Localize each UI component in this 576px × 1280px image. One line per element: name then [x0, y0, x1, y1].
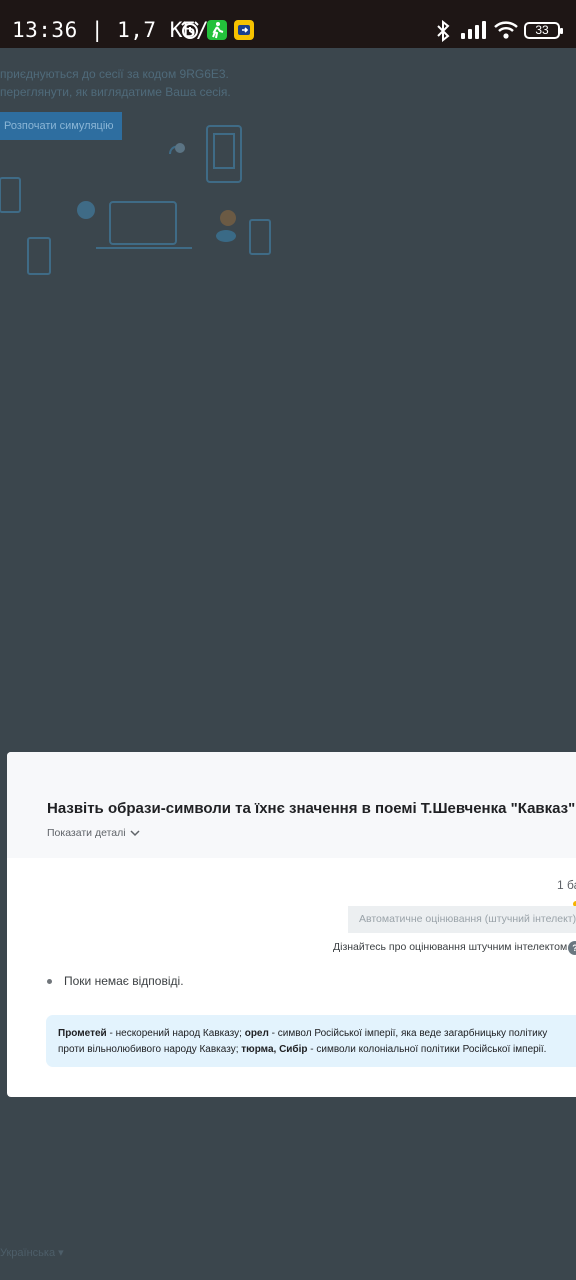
walk-icon [207, 20, 227, 40]
answer-text: - символ Російської імперії, яка веде за… [268, 1028, 548, 1039]
wifi-icon [494, 21, 518, 39]
question-modal: Назвіть образи-символи та їхнє значення … [7, 752, 576, 1097]
learn-ai-grading-link[interactable]: Дізнайтесь про оцінювання штучним інтеле… [333, 941, 567, 953]
background-text: приєднуються до сесії за кодом 9RG6E3. [0, 67, 229, 81]
show-details-label: Показати деталі [47, 827, 126, 839]
devices-illustration [0, 125, 271, 275]
no-answer-text: Поки немає відповіді. [64, 974, 184, 988]
answer-text: - нескорений народ Кавказу; [106, 1028, 245, 1039]
bullet-icon [47, 978, 52, 984]
points-label: 1 ба [557, 878, 576, 892]
answer-term: Прометей [58, 1028, 107, 1039]
bluetooth-icon [437, 20, 450, 42]
chevron-down-icon [130, 830, 140, 837]
answer-text: - символи колоніальної політики Російськ… [307, 1044, 547, 1055]
show-details-link[interactable]: Показати деталі [47, 827, 140, 839]
battery-icon: 33 [524, 22, 563, 39]
question-title: Назвіть образи-символи та їхнє значення … [47, 800, 576, 817]
answer-text: проти вільнолюбивого народу Кавказу; [58, 1044, 242, 1055]
help-icon[interactable]: ? [568, 941, 576, 955]
answer-term: тюрма, Сибір [241, 1044, 308, 1055]
answer-term: орел [244, 1028, 269, 1039]
no-answer-item: Поки немає відповіді. [47, 974, 184, 988]
modal-header: Назвіть образи-символи та їхнє значення … [7, 752, 576, 858]
autograde-button[interactable]: Автоматичне оцінювання (штучний інтелект… [348, 906, 576, 933]
alarm-icon [181, 21, 199, 39]
status-bar: 13:36 | 1,7 КБ/с 33 [0, 0, 576, 48]
model-answer-box: Прометей - нескорений народ Кавказу; оре… [46, 1015, 576, 1067]
navigation-icon [234, 20, 254, 40]
language-selector[interactable]: Українська ▾ [0, 1246, 64, 1259]
signal-icon [461, 21, 486, 39]
background-text: переглянути, як виглядатиме Ваша сесія. [0, 85, 231, 99]
